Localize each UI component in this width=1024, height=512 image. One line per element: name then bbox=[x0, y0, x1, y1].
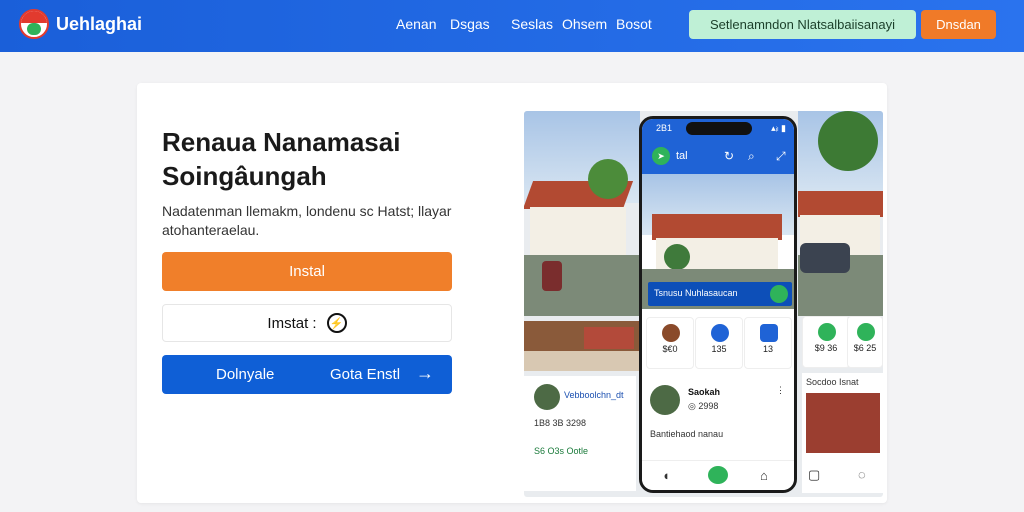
install-button[interactable]: Instal bbox=[162, 252, 452, 291]
phone-mockup: 2B1 ▴ᵢₗ ▮ ➤ tal ↻ ⌕ ⤢ Tsnusu Nuhlasaucan… bbox=[639, 116, 797, 493]
tile-icon bbox=[662, 324, 680, 342]
phone-signal-icon: ▴ᵢₗ ▮ bbox=[771, 123, 786, 133]
profile-icon[interactable]: ⌂ bbox=[760, 468, 768, 483]
post-author: Saokah bbox=[688, 387, 721, 397]
tile-label: 13 bbox=[762, 344, 773, 354]
instant-button[interactable]: Imstat : ⚡ bbox=[162, 304, 452, 342]
street-scene-left bbox=[524, 111, 640, 316]
search-icon[interactable]: ⌕ bbox=[748, 149, 755, 164]
more-icon[interactable]: ◌ bbox=[858, 467, 866, 482]
center-action-icon[interactable] bbox=[708, 466, 728, 484]
top-navigation-bar: Uehlaghai Aenan Dsgas Seslas Ohsem Bosot… bbox=[0, 0, 1024, 52]
nav-link-1[interactable]: Aenan bbox=[396, 16, 436, 32]
nav-link-3[interactable]: Seslas bbox=[511, 16, 553, 32]
arrow-right-icon: → bbox=[416, 363, 434, 383]
post-image bbox=[806, 393, 880, 453]
tile-icon bbox=[818, 323, 836, 341]
street-scene-right bbox=[798, 111, 883, 316]
more-options-icon[interactable]: ⋮ bbox=[776, 385, 785, 396]
lightning-icon: ⚡ bbox=[326, 313, 347, 333]
refresh-icon[interactable]: ↻ bbox=[724, 149, 734, 163]
nav-link-5[interactable]: Bosot bbox=[616, 16, 652, 32]
instant-label: Imstat : bbox=[267, 314, 317, 332]
post-meta: ◎ 2998 bbox=[688, 401, 719, 411]
tile-label: $€0 bbox=[662, 344, 678, 354]
tile-icon bbox=[857, 323, 875, 341]
post-tag: S6 O3s Ootle bbox=[534, 446, 589, 456]
app-logo-icon[interactable]: ➤ bbox=[652, 147, 670, 165]
phone-feed-post[interactable]: Saokah ◎ 2998 ⋮ Bantiehaod nanau bbox=[646, 377, 790, 457]
category-tile-5[interactable]: $6 25 bbox=[847, 316, 883, 368]
avatar bbox=[534, 384, 560, 410]
nav-link-4[interactable]: Ohsem bbox=[562, 16, 607, 32]
category-tile-2[interactable]: 135 bbox=[695, 317, 743, 369]
caption-text: Tsnusu Nuhlasaucan bbox=[654, 288, 738, 298]
restaurant-photo bbox=[524, 321, 639, 371]
post-body: Bantiehaod nanau bbox=[650, 429, 724, 439]
get-started-button[interactable]: Dolnyale Gota Enstl → bbox=[162, 355, 452, 394]
blue-button-right-label: Gota Enstl bbox=[330, 366, 401, 383]
feed-post-right[interactable]: Socdoo Isnat ▢ ◌ bbox=[802, 373, 883, 493]
category-tile-1[interactable]: $€0 bbox=[646, 317, 694, 369]
tile-label: $6 25 bbox=[853, 343, 877, 353]
header-secondary-button[interactable]: Setlenamndon Nlatsalbaiisanayi bbox=[689, 10, 916, 39]
feed-post-left[interactable]: Vebboolchn_dt 1B8 3B 3298 S6 O3s Ootle bbox=[524, 376, 636, 491]
category-tile-4[interactable]: $9 36 bbox=[802, 316, 850, 368]
caption-go-icon[interactable] bbox=[770, 285, 788, 303]
tile-label: 135 bbox=[711, 344, 727, 354]
phone-time: 2B1 bbox=[656, 123, 673, 133]
post-meta: 1B8 3B 3298 bbox=[534, 418, 587, 428]
brand-logo-icon[interactable] bbox=[19, 9, 49, 39]
phone-caption-banner[interactable]: Tsnusu Nuhlasaucan bbox=[648, 282, 792, 306]
tile-label: $9 36 bbox=[814, 343, 838, 353]
phone-bottom-nav: ◖ ⌂ bbox=[642, 460, 794, 490]
brand-name[interactable]: Uehlaghai bbox=[56, 14, 142, 35]
headline-line-2: Soingâungah bbox=[162, 161, 327, 191]
nav-link-2[interactable]: Dsgas bbox=[450, 16, 490, 32]
phone-notch bbox=[686, 122, 752, 135]
tile-icon bbox=[711, 324, 729, 342]
expand-icon[interactable]: ⤢ bbox=[776, 149, 786, 164]
tile-icon bbox=[760, 324, 778, 342]
home-icon[interactable]: ◖ bbox=[662, 468, 670, 483]
avatar bbox=[650, 385, 680, 415]
post-title: Socdoo Isnat bbox=[806, 377, 859, 387]
category-tile-3[interactable]: 13 bbox=[744, 317, 792, 369]
headline-line-1: Renaua Nanamasai bbox=[162, 127, 401, 157]
hero-description: Nadatenman llemakm, londenu sc Hatst; ll… bbox=[162, 203, 452, 238]
phone-app-title: tal bbox=[676, 150, 688, 162]
blue-button-left-label: Dolnyale bbox=[216, 366, 275, 383]
hero-headline: Renaua Nanamasai Soingâungah bbox=[162, 125, 482, 193]
comment-icon[interactable]: ▢ bbox=[808, 467, 820, 483]
post-author: Vebboolchn_dt bbox=[564, 390, 624, 400]
header-primary-button[interactable]: Dnsdan bbox=[921, 10, 996, 39]
